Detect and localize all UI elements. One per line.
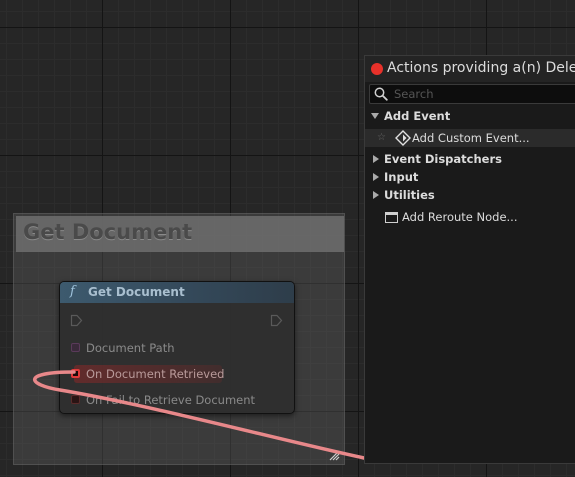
node-title: Get Document [88,285,185,299]
category-label: Utilities [384,188,435,202]
action-label: Add Custom Event... [412,131,530,145]
category-input[interactable]: Input [365,168,575,186]
pin-on-fail-to-retrieve[interactable]: On Fail to Retrieve Document [70,391,270,409]
category-label: Add Event [384,109,451,123]
action-add-reroute-node[interactable]: Add Reroute Node... [365,208,575,226]
exec-in-pin-icon[interactable] [70,314,83,327]
pin-on-document-retrieved[interactable]: On Document Retrieved [70,365,270,383]
chevron-right-icon[interactable] [373,173,379,181]
category-add-event[interactable]: Add Event [365,107,575,125]
action-add-custom-event[interactable]: ☆ Add Custom Event... [365,129,575,147]
chevron-right-icon[interactable] [373,155,379,163]
search-input[interactable] [394,86,574,102]
search-box[interactable] [369,84,575,104]
category-utilities[interactable]: Utilities [365,186,575,204]
menu-titlebar: Actions providing a(n) Dele [365,56,575,82]
chevron-right-icon[interactable] [373,191,379,199]
close-dot-icon[interactable] [371,63,383,75]
exec-out-pin-icon[interactable] [270,314,283,327]
chevron-down-icon[interactable] [371,113,379,119]
action-label: Add Reroute Node... [402,210,518,224]
reroute-node-icon [385,212,398,223]
category-label: Input [384,170,419,184]
pin-dot-icon[interactable] [71,369,80,378]
pin-dot-icon[interactable] [71,343,80,352]
function-icon: f [70,284,75,299]
resize-grip-icon[interactable] [328,449,340,461]
pin-document-path[interactable]: Document Path [70,339,270,357]
comment-title: Get Document [23,220,193,244]
pin-dot-icon[interactable] [71,395,80,404]
pin-label: On Fail to Retrieve Document [86,393,256,407]
action-menu[interactable]: Actions providing a(n) Dele Add Event ☆ … [364,55,575,464]
event-diamond-icon [395,130,411,146]
category-event-dispatchers[interactable]: Event Dispatchers [365,150,575,168]
pin-label: On Document Retrieved [86,367,225,381]
search-icon [374,87,388,101]
category-label: Event Dispatchers [384,152,502,166]
node-header[interactable]: f Get Document [60,282,294,303]
menu-title: Actions providing a(n) Dele [387,60,575,76]
function-node[interactable]: f Get Document Document Path On Document… [59,281,295,414]
pin-label: Document Path [86,341,175,355]
star-icon[interactable]: ☆ [377,132,386,143]
